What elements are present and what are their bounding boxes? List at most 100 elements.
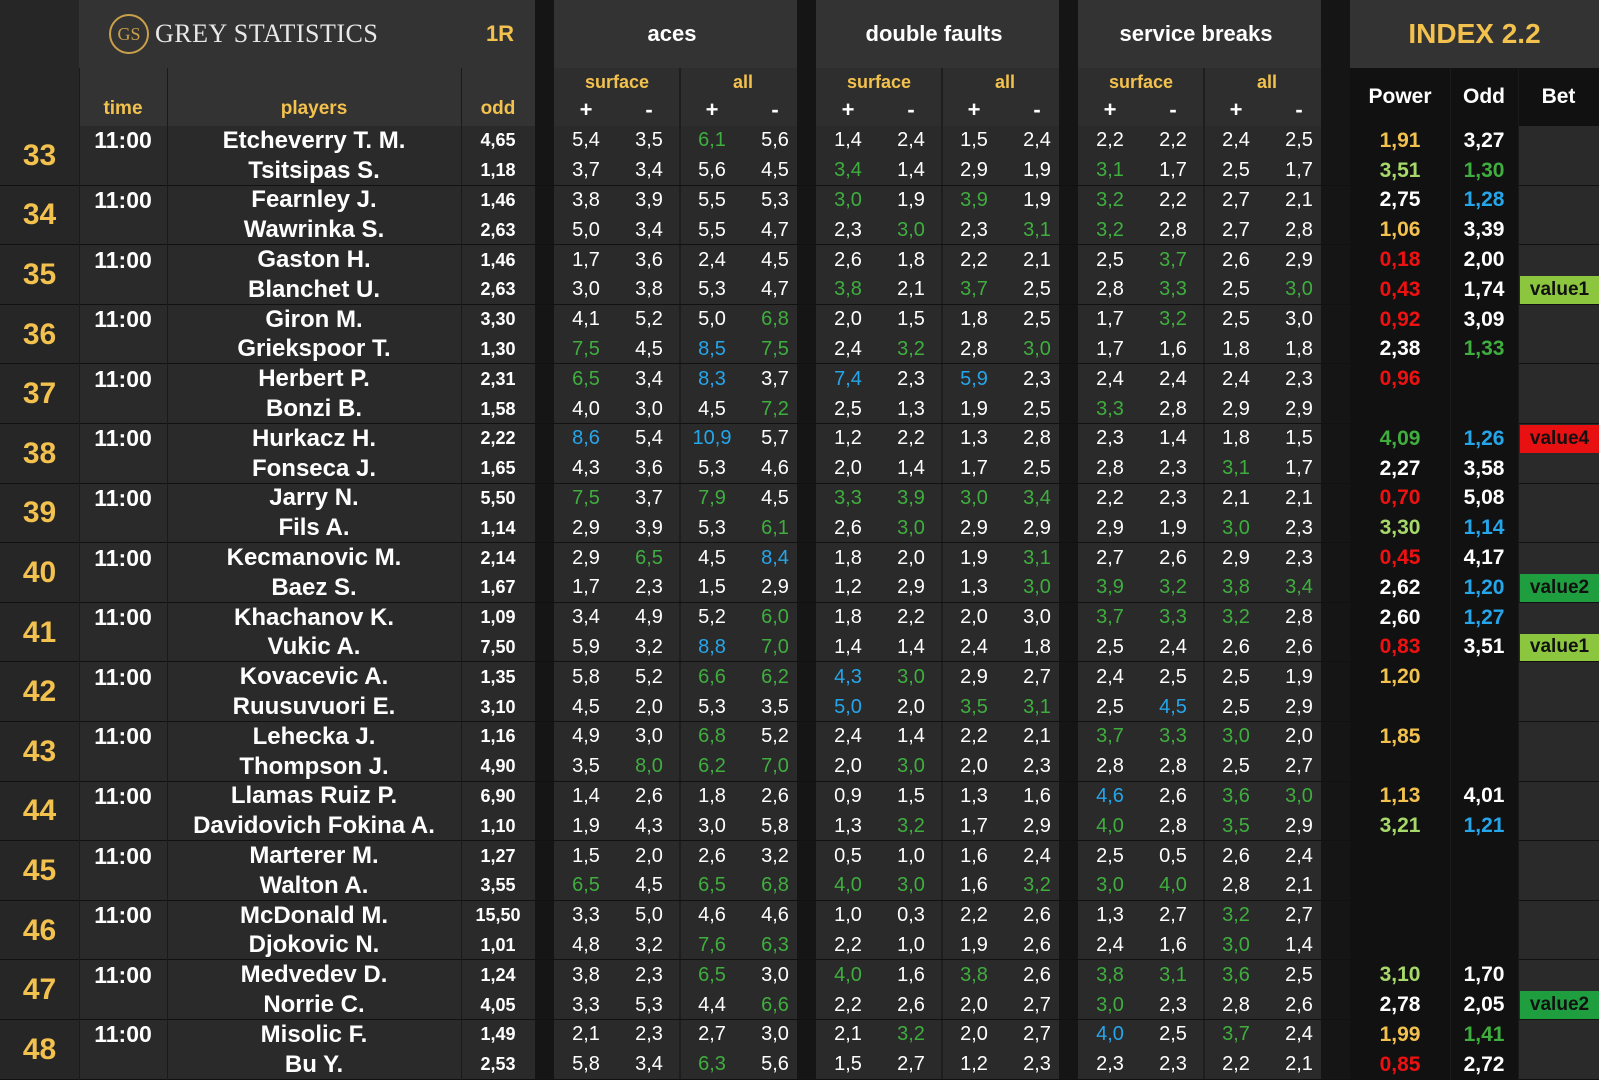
stat-value: 3,4 xyxy=(635,159,663,182)
player-name[interactable]: Herbert P. xyxy=(167,364,461,394)
player-name[interactable]: Wawrinka S. xyxy=(167,215,461,245)
player-name[interactable]: Vukic A. xyxy=(167,633,461,663)
player-name[interactable]: Fonseca J. xyxy=(167,454,461,484)
bet-badge[interactable]: value1 xyxy=(1520,276,1599,304)
player-name[interactable]: Davidovich Fokina A. xyxy=(167,811,461,841)
power-value: 0,18 xyxy=(1379,248,1421,272)
player-name[interactable]: Kecmanovic M. xyxy=(167,543,461,573)
player-name[interactable]: Thompson J. xyxy=(167,752,461,782)
player-name[interactable]: Bu Y. xyxy=(167,1050,461,1080)
stat-value: 3,2 xyxy=(1096,188,1124,211)
player-odd: 1,46 xyxy=(480,189,516,210)
stat-value: 2,3 xyxy=(897,367,925,390)
index-odd-value: 5,08 xyxy=(1463,486,1505,510)
stat-value: 7,2 xyxy=(761,397,789,420)
player-name[interactable]: Jarry N. xyxy=(167,484,461,514)
stat-value: 5,4 xyxy=(635,427,663,450)
player-name[interactable]: Khachanov K. xyxy=(167,603,461,633)
bet-badge[interactable]: value2 xyxy=(1520,991,1599,1019)
player-name[interactable]: Gaston H. xyxy=(167,245,461,275)
stat-value: 3,8 xyxy=(1222,576,1250,599)
player-name[interactable]: Tsitsipas S. xyxy=(167,156,461,186)
match-number: 43 xyxy=(0,722,79,782)
stat-value: 3,3 xyxy=(1159,278,1187,301)
player-name[interactable]: Griekspoor T. xyxy=(167,335,461,365)
stat-value: 4,5 xyxy=(635,337,663,360)
stat-value: 0,9 xyxy=(834,784,862,807)
match-time: 11:00 xyxy=(94,723,152,750)
stat-value: 2,3 xyxy=(1285,546,1313,569)
stat-value: 2,9 xyxy=(1222,546,1250,569)
stat-value: 3,7 xyxy=(572,159,600,182)
stat-value: 1,9 xyxy=(572,814,600,837)
stat-value: 6,1 xyxy=(761,516,789,539)
player-name[interactable]: McDonald M. xyxy=(167,901,461,931)
player-name[interactable]: Bonzi B. xyxy=(167,394,461,424)
player-name[interactable]: Djokovic N. xyxy=(167,931,461,961)
stat-value: 2,0 xyxy=(1285,725,1313,748)
player-odd: 2,63 xyxy=(480,219,516,240)
stat-value: 3,0 xyxy=(1096,874,1124,897)
stat-value: 4,7 xyxy=(761,218,789,241)
player-name[interactable]: Lehecka J. xyxy=(167,722,461,752)
stat-value: 2,8 xyxy=(1222,993,1250,1016)
logo-text: GREY STATISTICS xyxy=(155,19,379,48)
stat-value: 4,3 xyxy=(834,665,862,688)
stat-value: 3,0 xyxy=(960,486,988,509)
stat-value: 3,8 xyxy=(834,278,862,301)
stat-value: 3,7 xyxy=(761,367,789,390)
match-time: 11:00 xyxy=(94,902,152,929)
stat-value: 5,9 xyxy=(572,635,600,658)
index-odd-value: 3,27 xyxy=(1463,128,1505,152)
stat-value: 6,2 xyxy=(761,665,789,688)
player-name[interactable]: Norrie C. xyxy=(167,990,461,1020)
player-name[interactable]: Fearnley J. xyxy=(167,186,461,216)
player-name[interactable]: Kovacevic A. xyxy=(167,662,461,692)
player-name[interactable]: Blanchet U. xyxy=(167,275,461,305)
stat-value: 3,0 xyxy=(897,665,925,688)
bet-header: Bet xyxy=(1518,68,1599,126)
stat-value: 3,2 xyxy=(1159,576,1187,599)
player-name[interactable]: Ruusuvuori E. xyxy=(167,692,461,722)
player-name[interactable]: Fils A. xyxy=(167,513,461,543)
stat-value: 2,6 xyxy=(834,248,862,271)
player-name[interactable]: Giron M. xyxy=(167,305,461,335)
stat-value: 2,5 xyxy=(1222,665,1250,688)
power-value: 2,60 xyxy=(1379,605,1421,629)
stat-value: 6,6 xyxy=(698,665,726,688)
stat-value: 1,9 xyxy=(1285,665,1313,688)
player-name[interactable]: Llamas Ruiz P. xyxy=(167,782,461,812)
bet-badge[interactable]: value2 xyxy=(1520,574,1599,602)
stat-value: 2,1 xyxy=(1023,248,1051,271)
stat-value: 2,8 xyxy=(1023,427,1051,450)
section-separator xyxy=(1321,0,1350,1080)
stat-value: 4,6 xyxy=(761,904,789,927)
player-name[interactable]: Marterer M. xyxy=(167,841,461,871)
player-name[interactable]: Misolic F. xyxy=(167,1020,461,1050)
stat-value: 2,6 xyxy=(1285,993,1313,1016)
player-name[interactable]: Etcheverry T. M. xyxy=(167,126,461,156)
player-odd: 3,55 xyxy=(480,875,516,896)
power-value: 0,70 xyxy=(1379,486,1421,510)
player-name[interactable]: Medvedev D. xyxy=(167,960,461,990)
stat-value: 3,0 xyxy=(761,1023,789,1046)
bet-badge[interactable]: value1 xyxy=(1520,633,1599,662)
player-name[interactable]: Baez S. xyxy=(167,573,461,603)
player-odd: 3,10 xyxy=(480,696,516,717)
stat-value: 3,0 xyxy=(897,755,925,778)
stat-value: 2,7 xyxy=(1023,993,1051,1016)
stat-value: 1,6 xyxy=(960,874,988,897)
stat-value: 4,9 xyxy=(635,606,663,629)
stat-value: 2,8 xyxy=(1222,874,1250,897)
match-number: 38 xyxy=(0,424,79,484)
player-name[interactable]: Hurkacz H. xyxy=(167,424,461,454)
stat-value: 3,2 xyxy=(635,933,663,956)
player-name[interactable]: Walton A. xyxy=(167,871,461,901)
stat-value: 3,7 xyxy=(960,278,988,301)
stat-value: 6,8 xyxy=(698,725,726,748)
stat-value: 1,5 xyxy=(834,1053,862,1076)
minus-label: - xyxy=(907,97,915,122)
bet-badge[interactable]: value4 xyxy=(1520,425,1599,453)
stat-value: 3,8 xyxy=(960,963,988,986)
stat-value: 2,2 xyxy=(1222,1053,1250,1076)
